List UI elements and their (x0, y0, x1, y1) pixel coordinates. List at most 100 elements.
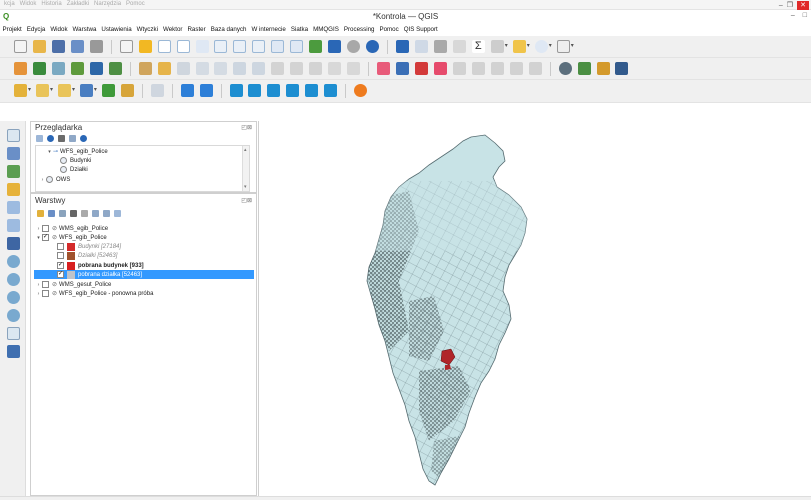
add-wms-icon[interactable] (7, 273, 20, 286)
pan-to-selection-icon[interactable] (138, 40, 152, 53)
add-wcs-icon[interactable] (7, 291, 20, 304)
background-menu-item[interactable]: Pomoc (126, 1, 145, 7)
layer-checkbox[interactable]: ✓ (57, 271, 64, 278)
map-canvas[interactable] (258, 121, 811, 496)
background-menu-item[interactable]: kcja (4, 1, 15, 7)
zoom-in-icon[interactable] (157, 40, 171, 53)
menu-edycja[interactable]: Edycja (24, 25, 48, 34)
zoom-full-icon[interactable] (195, 40, 209, 53)
new-geopackage-icon[interactable] (7, 345, 20, 358)
copy-features-icon[interactable] (290, 62, 304, 75)
delete-selected-icon[interactable] (252, 62, 266, 75)
diagram-tool-icon[interactable] (528, 62, 542, 75)
wmts-icon[interactable] (229, 84, 243, 97)
menu-processing[interactable]: Processing (341, 25, 377, 34)
add-virtual-layer-icon[interactable] (7, 219, 20, 232)
layer-checkbox[interactable]: ✓ (42, 234, 49, 241)
select-by-value-icon[interactable] (35, 84, 49, 97)
layer-row-wfs-egib-police[interactable]: ▾ ✓ ⊘ WFS_egib_Police (35, 233, 107, 242)
layer-row-wms-gesut-police[interactable]: › ⊘ WMS_gesut_Police (35, 280, 111, 289)
expand-all-icon[interactable] (92, 210, 99, 217)
print-layout-icon[interactable] (89, 40, 103, 53)
geoportal-icon[interactable] (324, 84, 338, 97)
change-label-icon[interactable] (490, 62, 504, 75)
menu-widok[interactable]: Widok (48, 25, 70, 34)
statistics-icon[interactable]: Σ (471, 40, 485, 53)
add-spatialite-icon[interactable] (7, 201, 20, 214)
show-hide-labels-icon[interactable] (433, 62, 447, 75)
save-as-icon[interactable] (70, 40, 84, 53)
move-label-icon[interactable] (452, 62, 466, 75)
layer-checkbox[interactable] (42, 290, 49, 297)
layers-panel-buttons[interactable]: ◰⊠ (241, 197, 252, 204)
menu-qis-support[interactable]: QIS Support (401, 25, 440, 34)
zoom-last-icon[interactable] (271, 40, 285, 53)
layer-row-budynki[interactable]: Budynki [27184] (57, 242, 121, 251)
new-project-icon[interactable] (14, 40, 27, 53)
georeferencer-icon[interactable] (577, 62, 591, 75)
warning-icon[interactable] (354, 84, 368, 97)
zoom-to-selection-icon[interactable] (214, 40, 228, 53)
add-vector-icon[interactable] (7, 129, 20, 142)
browser-item-ows[interactable]: › OWS (39, 175, 70, 184)
label-properties-icon[interactable] (509, 62, 523, 75)
filter-by-expression-icon[interactable] (81, 210, 88, 217)
cut-features-icon[interactable] (271, 62, 285, 75)
collapse-all-icon[interactable] (103, 210, 110, 217)
current-edits-icon[interactable] (138, 62, 152, 75)
menu-siatka[interactable]: Siatka (288, 25, 310, 34)
menu-projekt[interactable]: Projekt (0, 25, 24, 34)
add-selected-layers-icon[interactable] (36, 135, 43, 142)
menu-warstwa[interactable]: Warstwa (70, 25, 99, 34)
layer-checkbox[interactable]: ✓ (57, 262, 64, 269)
layer-row-wms-egib-police[interactable]: › ⊘ WMS_egib_Police (35, 224, 108, 233)
layer-checkbox[interactable] (57, 243, 64, 250)
info-icon[interactable] (80, 135, 87, 142)
open-field-calculator-icon[interactable] (101, 84, 115, 97)
refresh-icon[interactable] (366, 40, 380, 53)
new-bookmark-icon[interactable] (328, 40, 342, 53)
background-maximize-button[interactable]: ❐ (787, 1, 793, 9)
browser-scrollbar[interactable]: ▴ ▾ (242, 146, 249, 191)
add-group-icon[interactable] (48, 210, 55, 217)
menu-wektor[interactable]: Wektor (160, 25, 184, 34)
add-wms-layer-icon[interactable] (108, 62, 122, 75)
rotate-label-icon[interactable] (471, 62, 485, 75)
processing-toolbox-icon[interactable] (452, 40, 466, 53)
open-project-icon[interactable] (32, 40, 46, 53)
undo-icon[interactable] (328, 62, 342, 75)
layer-checkbox[interactable] (57, 252, 64, 259)
quickmapservices-icon[interactable] (180, 84, 194, 97)
filter-icon[interactable] (58, 135, 65, 142)
wcs-icon[interactable] (286, 84, 300, 97)
background-menu-item[interactable]: Historia (41, 1, 61, 7)
manage-visibility-icon[interactable] (59, 210, 66, 217)
attribute-table-icon[interactable] (414, 40, 428, 53)
menu-mmqgis[interactable]: MMQGIS (311, 25, 342, 34)
save-project-icon[interactable] (51, 40, 65, 53)
vertex-tool-icon[interactable] (233, 62, 247, 75)
background-minimize-button[interactable]: – (779, 2, 783, 9)
menu-pomoc[interactable]: Pomoc (377, 25, 401, 34)
save-edits-icon[interactable] (176, 62, 190, 75)
highlight-labels-icon[interactable] (414, 62, 428, 75)
temporal-controller-icon[interactable] (347, 40, 361, 53)
menu-baza-danych[interactable]: Baza danych (208, 25, 249, 34)
style-manager-icon[interactable] (37, 210, 44, 217)
measure-icon[interactable] (490, 40, 504, 53)
browser-item-budynki[interactable]: Budynki (60, 156, 91, 165)
minimize-button[interactable]: – (791, 12, 795, 19)
add-postgis-icon[interactable] (7, 237, 20, 250)
add-db-layer-icon[interactable] (89, 62, 103, 75)
label-tool-icon[interactable] (377, 62, 391, 75)
db-manager-icon[interactable] (596, 62, 610, 75)
menu-ustawienia[interactable]: Ustawienia (99, 25, 134, 34)
background-close-button[interactable]: ✕ (797, 0, 809, 10)
wfs-icon[interactable] (267, 84, 281, 97)
add-vector-layer-icon[interactable] (32, 62, 46, 75)
add-mssql-icon[interactable] (7, 255, 20, 268)
select-features-icon[interactable] (14, 84, 27, 97)
background-menu-item[interactable]: Narzędzia (94, 1, 121, 7)
map-view[interactable] (259, 121, 811, 496)
web-search-icon[interactable] (199, 84, 213, 97)
